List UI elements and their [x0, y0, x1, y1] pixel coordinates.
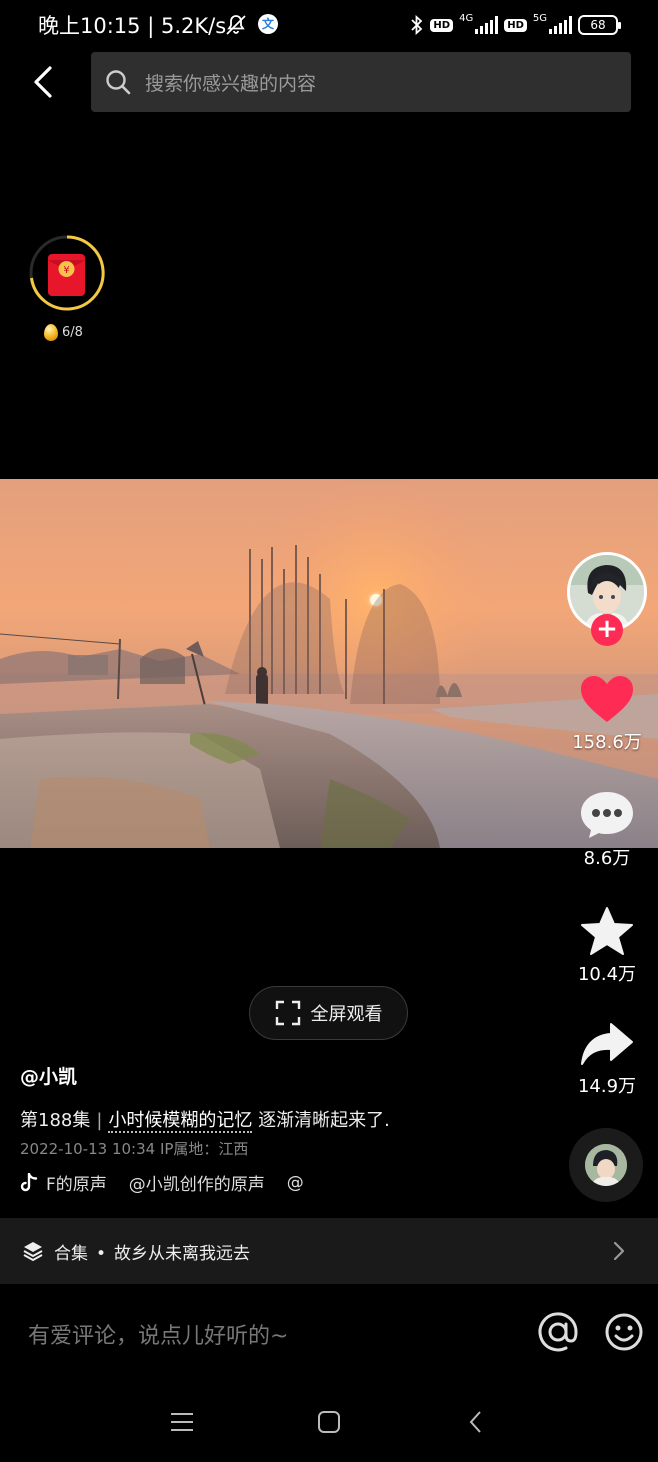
- fullscreen-label: 全屏观看: [310, 1004, 383, 1025]
- music-marquee[interactable]: F的原声 @小凯创作的原声 @: [20, 1170, 304, 1195]
- search-icon: [106, 70, 131, 95]
- menu-nav-icon[interactable]: [170, 1410, 194, 1434]
- comment-button[interactable]: 8.6万: [566, 790, 648, 870]
- music-cover: [585, 1144, 627, 1186]
- at-mention-icon[interactable]: [536, 1310, 580, 1354]
- fullscreen-button[interactable]: 全屏观看: [249, 986, 408, 1040]
- status-bar: 晚上10:15 | 5.2K/s 文 HD 4G HD 5G 68: [0, 0, 658, 50]
- battery-icon: 68: [578, 15, 621, 35]
- status-time: 晚上10:15: [38, 14, 141, 38]
- network-type: 4G: [459, 12, 474, 24]
- home-nav-icon[interactable]: [317, 1410, 341, 1434]
- system-nav-bar: [0, 1384, 658, 1462]
- status-right: HD 4G HD 5G 68: [410, 11, 621, 39]
- hd-badge: HD: [430, 18, 454, 32]
- layers-icon: [23, 1242, 43, 1262]
- bluetooth-icon: [411, 15, 423, 35]
- emoji-icon[interactable]: [604, 1312, 644, 1352]
- favorite-button[interactable]: 10.4万: [566, 906, 648, 986]
- collection-label: 合集 • 故乡从未离我远去: [54, 1244, 251, 1264]
- comment-icon: [581, 792, 633, 838]
- share-button[interactable]: 14.9万: [566, 1020, 648, 1098]
- music-name-1: F的原声: [46, 1175, 107, 1195]
- like-count: 158.6万: [572, 732, 642, 753]
- title-highlight-link[interactable]: 小时候模糊的记忆: [108, 1110, 253, 1133]
- red-packet-button[interactable]: ¥: [28, 234, 106, 312]
- post-description: 第188集 | 小时候模糊的记忆 逐渐清晰起来了.: [20, 1110, 390, 1133]
- share-count: 14.9万: [577, 1076, 637, 1097]
- mute-bell-icon: [226, 15, 246, 35]
- video-player[interactable]: [0, 479, 658, 848]
- collection-bar[interactable]: 合集 • 故乡从未离我远去: [0, 1218, 658, 1284]
- share-arrow-icon: [581, 1023, 633, 1065]
- post-ip: IP属地：江西: [159, 1140, 249, 1158]
- search-input[interactable]: 搜索你感兴趣的内容: [91, 52, 631, 112]
- music-disc[interactable]: [569, 1128, 643, 1202]
- comment-input[interactable]: 有爱评论，说点儿好听的~: [28, 1318, 288, 1350]
- collection-name: 故乡从未离我远去: [114, 1244, 251, 1264]
- comment-bar: 有爱评论，说点儿好听的~: [0, 1284, 658, 1384]
- network-speed: 5.2K/s: [160, 14, 227, 38]
- tiktok-note-icon: [20, 1172, 38, 1191]
- heart-icon: [581, 676, 633, 722]
- red-packet-progress: 6/8: [44, 324, 83, 341]
- title-rest: 逐渐清晰起来了.: [258, 1110, 390, 1131]
- fullscreen-icon: [275, 1000, 300, 1026]
- music-name-2: @小凯创作的原声: [128, 1175, 265, 1195]
- svg-text:¥: ¥: [63, 265, 69, 276]
- network-type: 5G: [532, 12, 547, 24]
- like-button[interactable]: 158.6万: [566, 674, 648, 754]
- follow-button[interactable]: +: [591, 614, 623, 646]
- episode-label: 第188集: [20, 1110, 91, 1131]
- signal-icon: [549, 16, 572, 34]
- star-icon: [581, 907, 633, 955]
- post-date: 2022-10-13 10:34: [20, 1140, 156, 1158]
- status-time-speed: 晚上10:15 | 5.2K/s: [38, 14, 227, 38]
- app-notification-icon: 文: [258, 14, 278, 34]
- back-button[interactable]: [26, 62, 60, 102]
- author-name[interactable]: @小凯: [20, 1062, 77, 1089]
- post-meta: 2022-10-13 10:34 IP属地：江西: [20, 1138, 248, 1159]
- comment-count: 8.6万: [583, 848, 631, 869]
- favorite-count: 10.4万: [577, 964, 637, 985]
- back-nav-icon[interactable]: [466, 1410, 486, 1434]
- search-placeholder: 搜索你感兴趣的内容: [145, 73, 317, 95]
- chevron-right-icon: [613, 1241, 625, 1261]
- music-name-3: @: [286, 1172, 304, 1193]
- golden-egg-icon: [44, 324, 58, 341]
- signal-icon: [475, 16, 499, 34]
- hd-badge: HD: [504, 18, 527, 32]
